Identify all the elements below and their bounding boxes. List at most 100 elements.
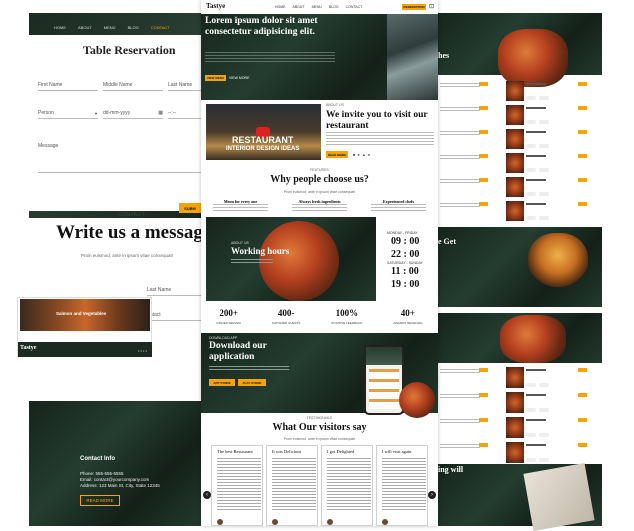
nav-contact[interactable]: CONTACT (151, 25, 170, 30)
calendar-icon[interactable]: ▦ (158, 110, 163, 116)
reservation-button[interactable]: RESERVATION (402, 4, 426, 10)
read-more-button[interactable]: READ MORE (80, 495, 120, 506)
phone-screen-header (366, 347, 402, 365)
middle-name-field[interactable]: Middle Name (103, 79, 163, 91)
testimonial-card: I will visit again (376, 445, 428, 526)
menu-pill (526, 144, 536, 148)
menu-pill (526, 216, 536, 220)
menu-row-text (440, 107, 480, 113)
burger-image (528, 233, 588, 289)
stat-3: 100% POSITIVE FEEDBACK (331, 308, 362, 330)
menu-row-image (506, 417, 524, 438)
menu-row-title (526, 203, 546, 205)
video-thumbnail[interactable]: RESTAURANT INTERIOR DESIGN IDEAS (206, 104, 321, 160)
testimonial-title: It was Delicious (272, 449, 302, 454)
why-eyebrow: FEATURES (310, 168, 329, 172)
hours-time-3: 11 : 00 (391, 266, 419, 277)
nav-menu[interactable]: MENU (104, 25, 116, 30)
contact-phone: Phone: 555-555-5555 (80, 471, 124, 476)
reservation-title: Table Reservation (83, 43, 176, 57)
hero-nav-home[interactable]: HOME (275, 5, 286, 9)
testimonial-text (382, 458, 426, 510)
date-value: dd-mm-yyyy (103, 110, 131, 116)
app-store-button[interactable]: APP STORE (209, 379, 235, 386)
preview-footer (18, 342, 152, 357)
hours-time-2: 22 : 00 (391, 249, 420, 260)
mobile-preview: Salmon and Vegetables Tastye • • • • (17, 297, 152, 357)
menu-row-title (526, 394, 546, 396)
invite-eyebrow: ABOUT US (326, 103, 344, 107)
signature-image (523, 463, 595, 531)
next-arrow-icon[interactable]: › (428, 491, 436, 499)
menu-row-title (526, 131, 546, 133)
submit-button[interactable]: SUBM (179, 203, 201, 213)
feature-1-text (213, 204, 268, 212)
nav-about[interactable]: ABOUT (78, 25, 92, 30)
stat-label: AWARDS RECEIVED (393, 321, 423, 325)
contact-info-title: Contact Info (80, 456, 115, 462)
price-tag (578, 418, 587, 422)
menu-pill (539, 120, 549, 124)
hero-image (387, 14, 438, 100)
testimonials-subtitle: Proin euismod, ante in ipsum vitae conse… (283, 437, 356, 441)
menu-row (438, 176, 602, 198)
right-menu2-items (438, 366, 602, 466)
testimonial-card: I got Delighted (321, 445, 373, 526)
left-page: HOME ABOUT MENU BLOG CONTACT Table Reser… (29, 13, 211, 526)
nav-home[interactable]: HOME (54, 25, 66, 30)
hero-nav-blog[interactable]: BLOG (329, 5, 339, 9)
testimonial-title: The best Restaurant (217, 449, 253, 454)
person-label: Person (38, 110, 54, 116)
menu-row (438, 416, 602, 439)
hero-nav-about[interactable]: ABOUT (293, 5, 305, 9)
menu-pill (526, 96, 536, 100)
contact-field[interactable]: ontact (147, 309, 201, 321)
menu-pill (539, 408, 549, 412)
view-more-link[interactable]: VIEW MORE (229, 76, 249, 80)
menu-pill (526, 408, 536, 412)
hero-nav-contact[interactable]: CONTACT (346, 5, 363, 9)
stat-label: POSITIVE FEEDBACK (331, 321, 363, 325)
menu-row-title (526, 179, 546, 181)
first-name-field[interactable]: First Name (38, 79, 98, 91)
menu-row-title (526, 444, 546, 446)
menu-pill (539, 168, 549, 172)
price-tag (578, 368, 587, 372)
hero-logo[interactable]: Tastye (206, 2, 225, 10)
price-tag (578, 154, 587, 158)
hero-heading: Lorem ipsum dolor sit amet consectetur a… (205, 16, 318, 37)
hours-morning-label: MONDAY - FRIDAY (387, 231, 418, 235)
stat-1: 200+ DISHES SERVED (217, 308, 241, 330)
menu-row-image (506, 81, 524, 101)
menu-pill (526, 168, 536, 172)
menu-row-image (506, 442, 524, 463)
testimonial-cards: The best Restaurant It was Delicious I got… (211, 445, 428, 526)
nav-blog[interactable]: BLOG (128, 25, 139, 30)
app-title: Download our application (209, 341, 267, 362)
preview-caption: Salmon and Vegetables (56, 311, 107, 316)
feature-1: Menu for every one (213, 199, 268, 212)
price-tag (578, 443, 587, 447)
last-name-field[interactable]: Last Name (168, 79, 201, 91)
person-select[interactable]: Person ▼ (38, 107, 98, 119)
play-store-button[interactable]: PLAY STORE (238, 379, 266, 386)
menu-pill (539, 192, 549, 196)
testimonial-text (327, 458, 371, 510)
message-field[interactable]: Message (38, 143, 201, 173)
time-field[interactable]: --:-- (168, 107, 201, 119)
view-menu-button[interactable]: VIEW MENU (205, 75, 226, 81)
invite-read-more[interactable]: READ MORE (326, 151, 348, 158)
date-field[interactable]: dd-mm-yyyy ▦ (103, 107, 163, 119)
testimonial-text (272, 458, 316, 510)
hero-nav-menu[interactable]: MENU (312, 5, 322, 9)
why-subtitle: Proin euismod, ante in ipsum vitae conse… (283, 190, 356, 194)
contact-subtitle: Proin euismod, ante in ipsum vitae conse… (81, 253, 174, 258)
prev-arrow-icon[interactable]: ‹ (203, 491, 211, 499)
contact-last-name-field[interactable]: Last Name (147, 284, 201, 296)
right-title-2: e Get (438, 237, 456, 246)
right-title-1: hes (438, 51, 450, 60)
cart-icon[interactable]: ⊡ (429, 3, 434, 10)
social-icons[interactable]: ■●▲● (353, 152, 372, 157)
price-tag (479, 82, 488, 86)
testimonial-text (217, 458, 261, 510)
